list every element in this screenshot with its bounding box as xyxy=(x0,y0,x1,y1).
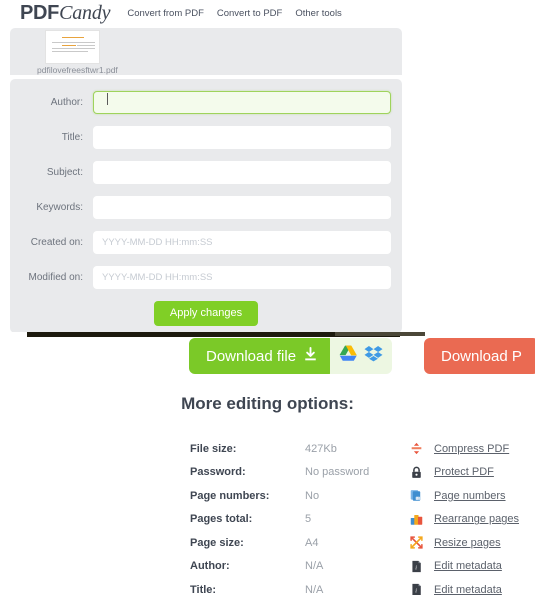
table-row: File size: 427Kb Compress PDF xyxy=(190,437,530,461)
download-file-label: Download file xyxy=(206,347,297,365)
keywords-input[interactable] xyxy=(93,195,391,219)
pdfcandy-logo[interactable]: PDF Candy xyxy=(20,1,111,25)
page-numbers-icon: 12 xyxy=(410,489,434,502)
metadata-editor-panel: pdfilovefreesftwr1.pdf Author: Title: Su… xyxy=(0,28,402,333)
download-icon xyxy=(303,346,318,366)
option-link-edit-metadata-title[interactable]: Edit metadata xyxy=(434,584,502,595)
label-modified-on: Modified on: xyxy=(28,271,83,283)
metadata-icon: i xyxy=(410,583,434,595)
apply-changes-button[interactable]: Apply changes xyxy=(153,301,259,326)
option-value: N/A xyxy=(305,560,324,573)
dropbox-icon[interactable] xyxy=(364,345,383,367)
table-row: Pages total: 5 Rearrange pages xyxy=(190,508,530,532)
option-value: No password xyxy=(305,466,370,479)
option-value: 5 xyxy=(305,513,312,526)
cloud-save-group xyxy=(330,338,393,374)
option-value: A4 xyxy=(305,536,319,549)
title-input[interactable] xyxy=(93,125,391,149)
horizontal-scrollbar-thumb[interactable] xyxy=(335,332,425,336)
table-row: Page size: A4 Resize pages xyxy=(190,531,530,555)
option-key: Page numbers: xyxy=(190,489,270,502)
option-key: Password: xyxy=(190,466,246,479)
option-link-resize-pages[interactable]: Resize pages xyxy=(434,537,501,549)
resize-icon xyxy=(410,536,434,549)
option-value: No xyxy=(305,489,320,502)
field-row-keywords: Keywords: xyxy=(10,192,402,222)
table-row: Password: No password Protect PDF xyxy=(190,461,530,485)
compress-icon xyxy=(410,442,434,455)
option-key: Author: xyxy=(190,560,230,573)
option-link-edit-metadata-author[interactable]: Edit metadata xyxy=(434,560,502,572)
field-row-subject: Subject: xyxy=(10,157,402,187)
text-caret xyxy=(107,93,108,105)
table-row: Page numbers: No 12 Page numbers xyxy=(190,484,530,508)
nav-convert-to-pdf[interactable]: Convert to PDF xyxy=(217,8,282,19)
nav-other-tools[interactable]: Other tools xyxy=(295,8,341,19)
site-header: PDF Candy Convert from PDF Convert to PDF… xyxy=(0,0,535,26)
created-on-input[interactable] xyxy=(93,230,391,254)
option-key: Pages total: xyxy=(190,513,253,526)
rearrange-icon xyxy=(410,513,434,526)
metadata-form: Author: Title: Subject: Keywords: Create… xyxy=(10,79,402,333)
svg-text:12: 12 xyxy=(416,497,420,501)
logo-text-pdf: PDF xyxy=(20,1,60,24)
option-link-rearrange-pages[interactable]: Rearrange pages xyxy=(434,513,519,525)
subject-input[interactable] xyxy=(93,160,391,184)
label-created-on: Created on: xyxy=(30,236,83,248)
main-nav: Convert from PDF Convert to PDF Other to… xyxy=(127,8,341,19)
field-row-title: Title: xyxy=(10,122,402,152)
option-value: N/A xyxy=(305,583,324,595)
download-file-button[interactable]: Download file xyxy=(189,338,336,374)
table-row: Author: N/A i Edit metadata xyxy=(190,555,530,579)
label-keywords: Keywords: xyxy=(36,201,83,213)
option-key: Title: xyxy=(190,583,217,595)
metadata-icon: i xyxy=(410,560,434,573)
field-row-author: Author: xyxy=(10,87,402,117)
option-value: 427Kb xyxy=(305,442,337,455)
file-card: pdfilovefreesftwr1.pdf xyxy=(10,28,402,75)
option-key: Page size: xyxy=(190,536,244,549)
lock-icon xyxy=(410,466,434,479)
file-thumbnail xyxy=(45,30,100,64)
more-options-title: More editing options: xyxy=(181,394,354,413)
label-author: Author: xyxy=(50,96,83,108)
field-row-created-on: Created on: xyxy=(10,227,402,257)
author-input[interactable] xyxy=(93,90,391,114)
option-link-compress-pdf[interactable]: Compress PDF xyxy=(434,443,509,455)
option-link-page-numbers[interactable]: Page numbers xyxy=(434,490,506,502)
field-row-modified-on: Modified on: xyxy=(10,262,402,292)
logo-text-candy: Candy xyxy=(59,1,111,24)
file-name-label: pdfilovefreesftwr1.pdf xyxy=(37,65,118,75)
pdfcandy-edit-metadata-page: PDF Candy Convert from PDF Convert to PDF… xyxy=(0,0,535,595)
scrollbar-track-edge xyxy=(0,332,27,337)
download-actions: Download file xyxy=(189,338,393,374)
more-options-table: File size: 427Kb Compress PDF Password: … xyxy=(190,437,530,595)
option-key: File size: xyxy=(190,442,237,455)
modified-on-input[interactable] xyxy=(93,265,391,289)
label-title: Title: xyxy=(61,131,83,143)
table-row: Title: N/A i Edit metadata xyxy=(190,578,530,595)
option-link-protect-pdf[interactable]: Protect PDF xyxy=(434,466,494,478)
apply-changes-row: Apply changes xyxy=(10,301,402,326)
google-drive-icon[interactable] xyxy=(339,345,358,367)
label-subject: Subject: xyxy=(46,166,83,178)
download-pdf-button[interactable]: Download P xyxy=(424,338,535,374)
nav-convert-from-pdf[interactable]: Convert from PDF xyxy=(127,8,204,19)
